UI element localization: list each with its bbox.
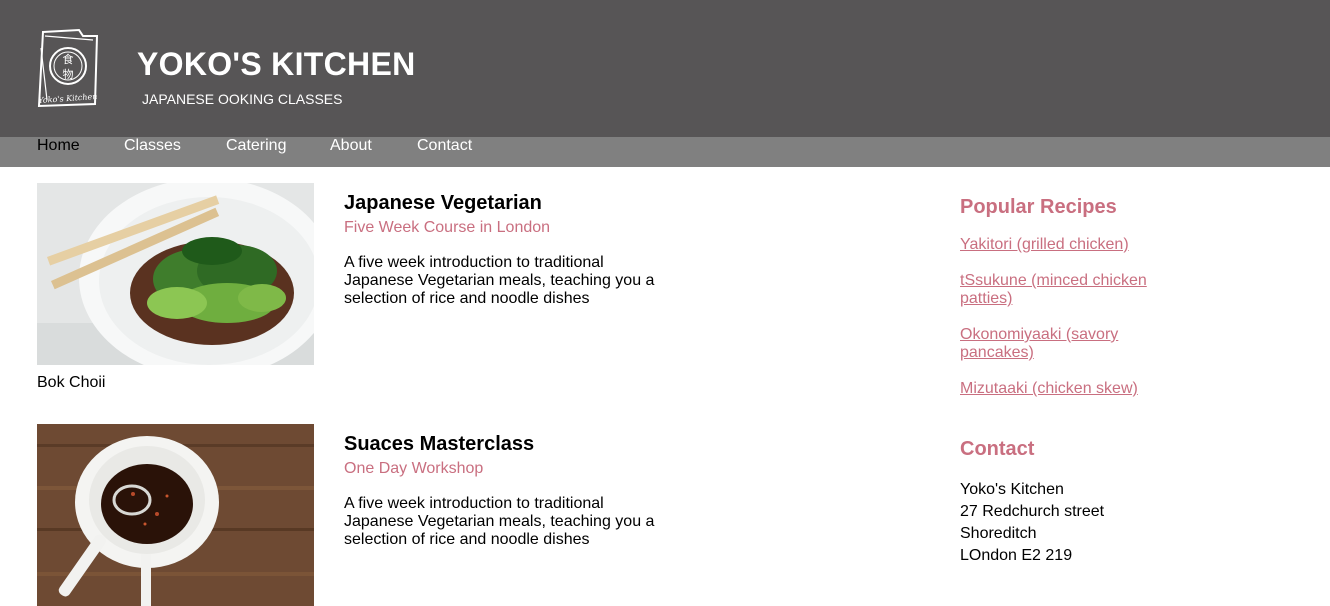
popular-recipes-heading: Popular Recipes	[960, 196, 1117, 218]
course-subtitle: One Day Workshop	[344, 460, 484, 477]
course-title: Japanese Vegetarian	[344, 192, 542, 214]
site-title: YOKO'S KITCHEN	[137, 46, 416, 82]
logo-stamp-icon: 食 物 Yoko's Kitchen	[37, 28, 99, 108]
nav-home[interactable]: Home	[37, 137, 80, 154]
address-line: 27 Redchurch street	[960, 503, 1105, 520]
sauce-bowl-image	[37, 424, 314, 606]
nav-about[interactable]: About	[330, 137, 372, 154]
logo[interactable]: 食 物 Yoko's Kitchen	[35, 28, 101, 108]
recipe-link[interactable]: Yakitori (grilled chicken)	[960, 236, 1160, 254]
course-description: A five week introduction to traditional …	[344, 254, 655, 307]
site-subtitle: JAPANESE OOKING CLASSES	[142, 91, 343, 107]
address-line: Shoreditch	[960, 525, 1037, 542]
image-caption: Bok Choii	[37, 374, 106, 391]
main-nav: Home Classes Catering About Contact	[0, 137, 1330, 167]
site-header: 食 物 Yoko's Kitchen YOKO'S KITCHEN JAPANE…	[0, 0, 1330, 137]
course-title: Suaces Masterclass	[344, 433, 535, 455]
recipe-link[interactable]: tSsukune (minced chicken patties)	[960, 272, 1160, 308]
address-line: Yoko's Kitchen	[960, 481, 1064, 498]
nav-classes[interactable]: Classes	[124, 137, 181, 154]
address-line: LOndon E2 219	[960, 547, 1073, 564]
course-description: A five week introduction to traditional …	[344, 495, 655, 548]
bok-choy-image	[37, 183, 314, 365]
contact-heading: Contact	[960, 438, 1035, 460]
logo-glyph-bottom: 物	[63, 67, 74, 81]
logo-glyph-top: 食	[63, 52, 74, 66]
nav-contact[interactable]: Contact	[417, 137, 472, 154]
nav-catering[interactable]: Catering	[226, 137, 286, 154]
recipe-link[interactable]: Mizutaaki (chicken skew)	[960, 380, 1160, 398]
logo-text: Yoko's Kitchen	[38, 92, 98, 105]
recipe-link[interactable]: Okonomiyaaki (savory pancakes)	[960, 326, 1160, 362]
course-subtitle: Five Week Course in London	[344, 219, 551, 236]
